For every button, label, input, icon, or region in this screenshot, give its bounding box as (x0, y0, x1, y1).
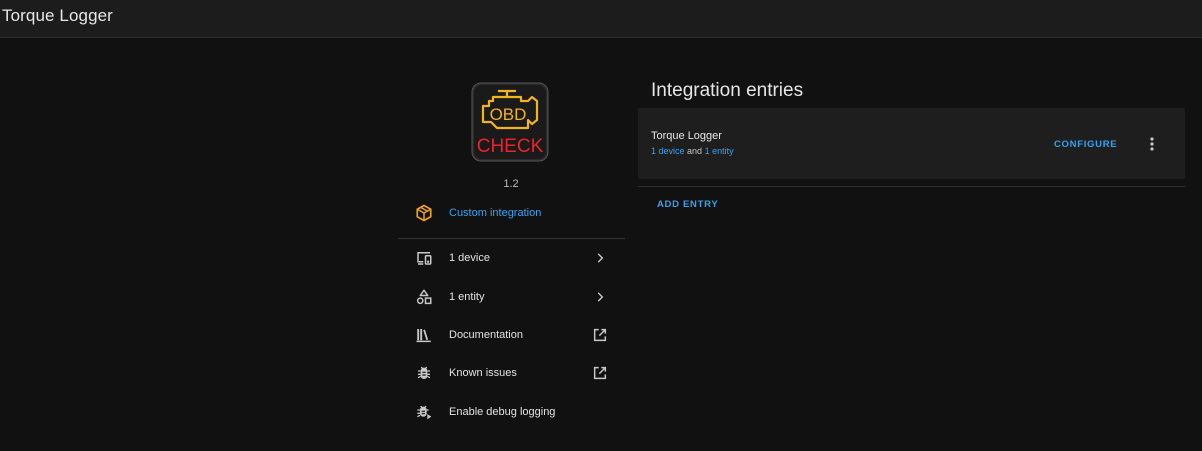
entry-device-link[interactable]: 1 device (651, 146, 685, 156)
entities-link-label: 1 entity (449, 291, 485, 303)
bug-icon (414, 363, 434, 383)
documentation-link-label: Documentation (449, 329, 523, 341)
entry-name: Torque Logger (651, 130, 722, 142)
devices-link-label: 1 device (449, 252, 490, 264)
devices-link-row[interactable]: 1 device (398, 242, 625, 274)
custom-integration-row: Custom integration (398, 197, 625, 229)
custom-integration-label: Custom integration (449, 207, 542, 219)
chevron-right-icon (591, 288, 609, 306)
bug-play-icon (414, 402, 434, 422)
configure-button[interactable]: CONFIGURE (1054, 139, 1117, 150)
top-app-bar: Torque Logger (0, 0, 1202, 38)
known-issues-link-label: Known issues (449, 367, 517, 379)
integration-entry-card: Torque Logger 1 device and 1 entity CONF… (638, 108, 1185, 179)
open-in-new-icon (591, 364, 609, 382)
info-divider (398, 238, 625, 239)
book-shelf-icon (414, 325, 434, 345)
logo-bottom-text: CHECK (477, 136, 544, 157)
enable-debug-logging-row[interactable]: Enable debug logging (398, 396, 625, 428)
obd-check-logo: OBD CHECK (471, 82, 549, 162)
chevron-right-icon (591, 249, 609, 267)
version-label: 1.2 (503, 178, 519, 190)
devices-icon (414, 248, 434, 268)
entry-entity-link[interactable]: 1 entity (705, 146, 734, 156)
integration-entries-title: Integration entries (651, 80, 804, 101)
package-icon (414, 203, 434, 223)
shapes-icon (414, 287, 434, 307)
entry-and-text: and (687, 146, 703, 156)
entities-link-row[interactable]: 1 entity (398, 281, 625, 313)
documentation-link-row[interactable]: Documentation (398, 319, 625, 351)
logo-top-text: OBD (490, 105, 527, 124)
open-in-new-icon (591, 326, 609, 344)
enable-debug-logging-label: Enable debug logging (449, 406, 556, 418)
entry-summary: 1 device and 1 entity (651, 146, 734, 156)
known-issues-link-row[interactable]: Known issues (398, 357, 625, 389)
page-title: Torque Logger (2, 6, 113, 25)
add-entry-button[interactable]: ADD ENTRY (657, 199, 718, 210)
overflow-menu-icon[interactable] (1142, 134, 1162, 154)
entries-divider (638, 186, 1185, 187)
